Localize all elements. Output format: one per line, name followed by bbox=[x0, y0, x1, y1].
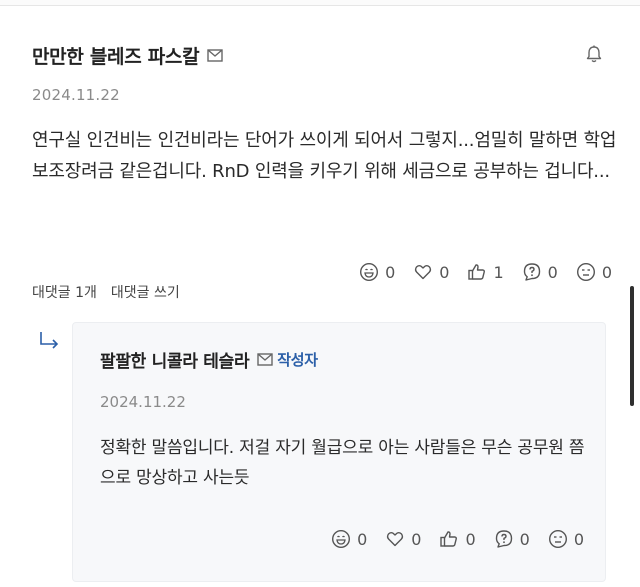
reply-date: 2024.11.22 bbox=[100, 393, 186, 411]
reaction-thumbs-up[interactable]: 1 bbox=[467, 262, 504, 282]
reaction-laugh[interactable]: 0 bbox=[331, 529, 367, 549]
thumbs-up-icon bbox=[468, 264, 486, 280]
reaction-thumbs-up[interactable]: 0 bbox=[439, 529, 476, 549]
scrollbar[interactable] bbox=[630, 286, 634, 406]
reaction-count: 1 bbox=[493, 262, 504, 282]
reply-author[interactable]: 팔팔한 니콜라 테슬라 bbox=[100, 347, 250, 372]
sad-icon bbox=[548, 529, 567, 549]
comment-reactions: 0 0 1 0 0 bbox=[359, 262, 612, 282]
laugh-icon bbox=[332, 529, 351, 549]
question-icon bbox=[495, 530, 512, 548]
reply-content: 팔팔한 니콜라 테슬라 작성자 2024.11.22 정확한 말씀입니다. 저걸… bbox=[100, 345, 590, 493]
reply-count-link[interactable]: 대댓글 1개 bbox=[32, 282, 97, 302]
reaction-sad[interactable]: 0 bbox=[576, 262, 612, 282]
reaction-sad[interactable]: 0 bbox=[548, 529, 584, 549]
reaction-count: 0 bbox=[601, 262, 612, 282]
reaction-heart[interactable]: 0 bbox=[385, 529, 421, 549]
reaction-count: 0 bbox=[439, 262, 450, 282]
reply-reactions: 0 0 0 0 0 bbox=[331, 529, 584, 549]
laugh-icon bbox=[360, 262, 379, 282]
sad-icon bbox=[576, 262, 595, 282]
reply-card: 팔팔한 니콜라 테슬라 작성자 2024.11.22 정확한 말씀입니다. 저걸… bbox=[72, 322, 606, 582]
thumbs-up-icon bbox=[440, 531, 458, 547]
reaction-count: 0 bbox=[547, 262, 558, 282]
comment-actions: 대댓글 1개 대댓글 쓰기 0 0 1 0 0 bbox=[32, 262, 612, 302]
top-divider bbox=[0, 0, 640, 6]
question-icon bbox=[523, 263, 540, 281]
reply-links: 대댓글 1개 대댓글 쓰기 bbox=[32, 282, 180, 302]
reaction-count: 0 bbox=[465, 529, 476, 549]
comment-date: 2024.11.22 bbox=[32, 86, 120, 104]
heart-icon bbox=[415, 265, 432, 280]
reaction-question[interactable]: 0 bbox=[522, 262, 558, 282]
reply-header: 팔팔한 니콜라 테슬라 작성자 bbox=[100, 345, 590, 373]
reaction-count: 0 bbox=[357, 529, 368, 549]
write-reply-link[interactable]: 대댓글 쓰기 bbox=[111, 282, 180, 302]
reaction-count: 0 bbox=[411, 529, 422, 549]
reaction-laugh[interactable]: 0 bbox=[359, 262, 395, 282]
mail-icon[interactable] bbox=[257, 352, 273, 366]
reaction-question[interactable]: 0 bbox=[494, 529, 530, 549]
comment: 만만한 블레즈 파스칼 2024.11.22 연구실 인건비는 인건비라는 단어… bbox=[32, 40, 616, 187]
heart-icon bbox=[387, 532, 404, 547]
mail-icon[interactable] bbox=[207, 48, 223, 62]
comment-text: 연구실 인건비는 인건비라는 단어가 쓰이게 되어서 그렇지...엄밀히 말하면… bbox=[32, 130, 617, 182]
reaction-count: 0 bbox=[519, 529, 530, 549]
comment-header: 만만한 블레즈 파스칼 bbox=[32, 40, 612, 70]
reaction-heart[interactable]: 0 bbox=[413, 262, 449, 282]
reply-text: 정확한 말씀입니다. 저걸 자기 월급으로 아는 사람들은 무슨 공무원 쯤으로… bbox=[100, 438, 585, 488]
author-badge: 작성자 bbox=[277, 350, 318, 369]
bell-icon[interactable] bbox=[584, 44, 604, 64]
reply-arrow-icon bbox=[40, 332, 59, 349]
comment-author[interactable]: 만만한 블레즈 파스칼 bbox=[32, 42, 200, 69]
reaction-count: 0 bbox=[573, 529, 584, 549]
reaction-count: 0 bbox=[385, 262, 396, 282]
